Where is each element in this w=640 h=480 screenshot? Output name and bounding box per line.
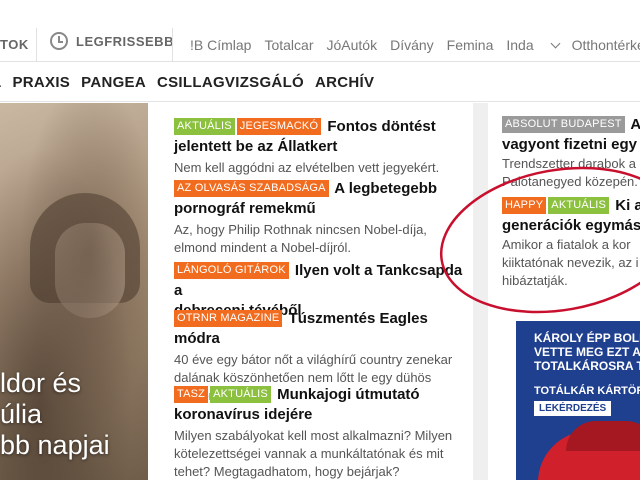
section-nav-archiv[interactable]: ARCHÍV [315, 74, 374, 91]
article-headline[interactable]: ABSOLUT BUDAPEST Aho vagyont fizetni egy… [502, 115, 640, 155]
portal-link-inda-label: Inda [506, 37, 534, 53]
advertisement-banner[interactable]: KÁROLY ÉPP BOLD VETTE MEG EZT A H TOTALK… [516, 321, 640, 480]
tag-badge[interactable]: ABSOLUT BUDAPEST [502, 116, 625, 133]
article-headline[interactable]: AZ OLVASÁS SZABADSÁGA A legbetegebb porn… [174, 179, 474, 219]
lead-line: Nem kell aggódni az elvételben vett jegy… [174, 160, 440, 175]
right-column: ABSOLUT BUDAPEST Aho vagyont fizetni egy… [488, 103, 640, 480]
lead-line: Trendszetter darabok a [502, 156, 636, 171]
tag-badge[interactable]: HAPPY [502, 197, 547, 214]
tag-badge[interactable]: OTRNR MAGAZINE [174, 310, 283, 327]
article-item[interactable]: AKTUÁLIS JEGESMACKÓ Fontos döntést jelent… [174, 117, 474, 177]
portal-link-inda[interactable]: Inda [506, 37, 561, 53]
article-headline[interactable]: OTRNR MAGAZINE Túszmentés Eagles módra [174, 309, 474, 349]
article-lead: Trendszetter darabok a Palotanegyed köze… [502, 155, 640, 191]
portal-link-ib[interactable]: !B Címlap [190, 37, 251, 53]
article-headline[interactable]: TASZ AKTUÁLIS Munkajogi útmutató koronaví… [174, 385, 474, 425]
tag-badge[interactable]: TASZ [174, 386, 209, 403]
latest-label: LEGFRISSEBB [76, 33, 174, 49]
headline-text: Fontos döntést [327, 118, 436, 135]
lead-line: Palotanegyed közepén. [502, 174, 638, 189]
headline-text: Ki a h [615, 197, 640, 214]
lead-line: hibáztatják. [502, 273, 568, 288]
ad-headline: VETTE MEG EZT A H [534, 345, 640, 359]
portal-link-otthonterkep[interactable]: Otthontérkép [572, 37, 640, 53]
lead-line: kiiktatónak nevezik, az i [502, 255, 639, 270]
article-lead: Az, hogy Philip Rothnak nincsen Nobel-dí… [174, 221, 474, 257]
lead-line: elmond mindent a Nobel-díjról. [174, 240, 352, 255]
clock-icon [50, 32, 68, 50]
lead-line: kötelezettségei vannak a munkáltatónak é… [174, 446, 444, 461]
section-nav-csillagvizsgalo[interactable]: CSILLAGVIZSGÁLÓ [157, 74, 304, 91]
headline-text: pornográf remekmű [174, 200, 316, 217]
article-headline[interactable]: HAPPYAKTUÁLIS Ki a h generációk egymást [502, 196, 640, 236]
hero-image[interactable]: ldor és úlia bb napjai [0, 103, 148, 480]
headline-text: Munkajogi útmutató [277, 386, 420, 403]
headline-text: koronavírus idejére [174, 406, 313, 423]
article-item[interactable]: HAPPYAKTUÁLIS Ki a h generációk egymást … [502, 196, 640, 290]
tag-badge[interactable]: AKTUÁLIS [174, 118, 235, 135]
tag-badge[interactable]: JEGESMACKÓ [236, 118, 322, 135]
section-nav-pangea[interactable]: PANGEA [81, 74, 146, 91]
hero-title-line: bb napjai [0, 430, 110, 460]
lead-line: tehet? Megtagadhatom, hogy bejárjak? [174, 464, 400, 479]
section-nav-item[interactable]: L [0, 74, 1, 91]
article-item[interactable]: TASZ AKTUÁLIS Munkajogi útmutató koronaví… [174, 385, 474, 480]
ad-query-button[interactable]: LEKÉRDEZÉS [534, 401, 612, 416]
article-headline[interactable]: AKTUÁLIS JEGESMACKÓ Fontos döntést jelent… [174, 117, 474, 157]
tag-badge[interactable]: LÁNGOLÓ GITÁROK [174, 262, 289, 279]
portal-links: !B Címlap Totalcar JóAutók Dívány Femina… [190, 37, 640, 53]
article-item[interactable]: ABSOLUT BUDAPEST Aho vagyont fizetni egy… [502, 115, 640, 191]
portal-link-joautok[interactable]: JóAutók [327, 37, 378, 53]
portal-link-totalcar[interactable]: Totalcar [264, 37, 313, 53]
lead-line: Amikor a fiatalok a kor [502, 237, 631, 252]
ad-headline: KÁROLY ÉPP BOLD [534, 331, 640, 345]
article-lead: Nem kell aggódni az elvételben vett jegy… [174, 159, 474, 177]
headline-text: Aho [630, 116, 640, 133]
ad-headline: TOTALKÁROSRA TO [534, 359, 640, 373]
tag-badge[interactable]: AZ OLVASÁS SZABADSÁGA [174, 180, 329, 197]
topbar-divider [172, 28, 173, 62]
hero-title-line: ldor és [0, 368, 82, 398]
car-roof-illustration [566, 421, 640, 451]
headline-text: generációk egymást [502, 217, 640, 234]
article-lead: Milyen szabályokat kell most alkalmazni?… [174, 427, 474, 480]
latest-button[interactable]: LEGFRISSEBB [50, 32, 174, 50]
tag-badge[interactable]: AKTUÁLIS [210, 386, 271, 403]
lead-line: Milyen szabályokat kell most alkalmazni?… [174, 428, 453, 443]
portal-link-divany[interactable]: Dívány [390, 37, 434, 53]
lead-line: Az, hogy Philip Rothnak nincsen Nobel-dí… [174, 222, 427, 237]
hero-title[interactable]: ldor és úlia bb napjai [0, 368, 148, 461]
portal-link-femina[interactable]: Femina [447, 37, 494, 53]
top-bar: TOK LEGFRISSEBB !B Címlap Totalcar JóAut… [0, 0, 640, 62]
lead-line: 40 éve egy bátor nőt a világhírű country… [174, 352, 453, 367]
ad-subline: TOTÁLKÁR KÁRTÖRTÉ [534, 385, 640, 397]
hero-title-line: úlia [0, 399, 43, 429]
topbar-divider [36, 28, 37, 62]
section-nav: L PRAXIS PANGEA CSILLAGVIZSGÁLÓ ARCHÍV [0, 62, 640, 102]
headline-text: vagyont fizetni egy e [502, 136, 640, 153]
article-list: AKTUÁLIS JEGESMACKÓ Fontos döntést jelent… [148, 103, 473, 480]
article-item[interactable]: AZ OLVASÁS SZABADSÁGA A legbetegebb porn… [174, 179, 474, 257]
chevron-down-icon [550, 38, 561, 49]
headline-text: jelentett be az Állatkert [174, 138, 338, 155]
topbar-cut-label[interactable]: TOK [0, 37, 29, 52]
section-nav-praxis[interactable]: PRAXIS [12, 74, 70, 91]
headline-text: A legbetegebb [334, 180, 438, 197]
tag-badge[interactable]: AKTUÁLIS [548, 197, 610, 214]
article-lead: Amikor a fiatalok a kor kiiktatónak neve… [502, 236, 640, 290]
